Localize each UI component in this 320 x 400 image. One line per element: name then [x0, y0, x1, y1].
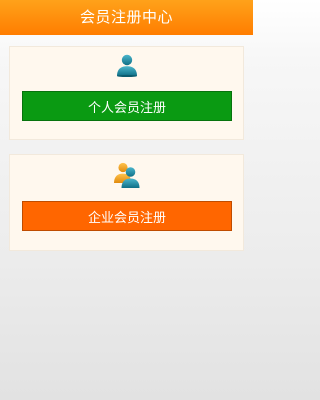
single-user-icon: [115, 53, 139, 78]
personal-register-button[interactable]: 个人会员注册: [22, 91, 232, 121]
group-users-icon: [113, 161, 141, 189]
company-registration-card: 企业会员注册: [9, 154, 244, 251]
page-title: 会员注册中心: [79, 8, 173, 26]
app-header: 会员注册中心: [0, 0, 253, 35]
personal-registration-card: 个人会员注册: [9, 46, 244, 140]
company-register-button[interactable]: 企业会员注册: [22, 201, 232, 231]
